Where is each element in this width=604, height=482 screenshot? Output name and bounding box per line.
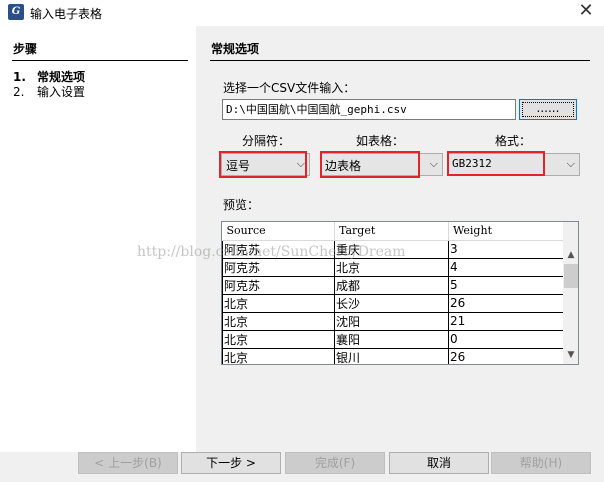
vertical-scrollbar[interactable]: ▲ ▼ — [563, 222, 578, 364]
close-button[interactable]: ✕ — [574, 1, 598, 23]
table-cell: 北京 — [334, 257, 449, 277]
chevron-down-icon: ⌵ — [296, 157, 305, 170]
table-cell: 26 — [448, 347, 564, 364]
panel-divider — [210, 60, 590, 61]
table-cell: 5 — [448, 275, 564, 295]
table-cell: 北京 — [222, 311, 335, 331]
table-row: 北京 沈阳 21 — [222, 311, 564, 331]
steps-panel: 步骤 1. 常规选项 2. 输入设置 — [0, 26, 196, 452]
csv-path-input[interactable]: D:\中国国航\中国国航_gephi.csv — [222, 99, 516, 120]
table-row: 阿克苏 成都 5 — [222, 275, 564, 295]
table-cell: 21 — [448, 311, 564, 331]
scrollbar-thumb[interactable] — [564, 264, 578, 288]
table-cell: 沈阳 — [334, 311, 449, 331]
table-cell: 成都 — [334, 275, 449, 295]
column-header: Source — [222, 222, 335, 241]
title-bar: G 输入电子表格 ✕ — [0, 0, 604, 26]
separator-label: 分隔符： — [242, 134, 291, 148]
step-number: 1. — [13, 70, 26, 84]
format-value: GB2312 — [452, 157, 492, 170]
table-cell: 0 — [448, 329, 564, 349]
table-cell: 阿克苏 — [222, 239, 335, 259]
table-type-value: 边表格 — [325, 159, 362, 173]
panel-title: 常规选项 — [211, 42, 260, 56]
format-select[interactable]: GB2312 ⌵ — [447, 153, 580, 176]
table-row: 阿克苏 重庆 3 — [222, 239, 564, 259]
table-row: 北京 银川 26 — [222, 347, 564, 364]
chevron-down-icon: ⌵ — [566, 157, 575, 170]
separator-value: 逗号 — [226, 159, 251, 173]
separator-select[interactable]: 逗号 ⌵ — [221, 153, 310, 176]
table-row: 北京 长沙 26 — [222, 293, 564, 313]
preview-table-container[interactable]: Source Target Weight 阿克苏 重庆 3 阿克苏 北京 4 阿克苏 成都… — [221, 221, 579, 365]
step-number: 2. — [13, 85, 25, 99]
step-label: 常规选项 — [37, 70, 86, 84]
table-header-row: Source Target Weight — [222, 222, 564, 241]
csv-file-label: 选择一个CSV文件输入： — [223, 81, 356, 95]
table-row: 阿克苏 北京 4 — [222, 257, 564, 277]
back-button[interactable]: < 上一步(B) — [78, 452, 178, 474]
table-cell: 阿克苏 — [222, 257, 335, 277]
finish-button[interactable]: 完成(F) — [285, 452, 385, 474]
column-header: Weight — [448, 222, 564, 241]
table-cell: 26 — [448, 293, 564, 313]
table-cell: 长沙 — [334, 293, 449, 313]
general-options-panel: 常规选项 选择一个CSV文件输入： D:\中国国航\中国国航_gephi.csv… — [196, 26, 604, 452]
help-button[interactable]: 帮助(H) — [491, 452, 591, 474]
preview-label: 预览： — [223, 198, 260, 212]
window-title: 输入电子表格 — [30, 7, 103, 21]
table-cell: 北京 — [222, 329, 335, 349]
table-cell: 银川 — [334, 347, 449, 364]
table-cell: 阿克苏 — [222, 275, 335, 295]
table-cell: 重庆 — [334, 239, 449, 259]
table-cell: 北京 — [222, 347, 335, 364]
scroll-down-icon[interactable]: ▼ — [563, 347, 578, 363]
browse-button[interactable]: ...... — [519, 99, 577, 120]
table-type-label: 如表格： — [356, 134, 405, 148]
scroll-up-icon[interactable]: ▲ — [563, 247, 578, 263]
table-type-select[interactable]: 边表格 ⌵ — [320, 153, 443, 176]
wizard-button-bar: < 上一步(B) 下一步 > 完成(F) 取消 帮助(H) — [0, 452, 604, 482]
steps-title: 步骤 — [13, 42, 38, 56]
next-button[interactable]: 下一步 > — [181, 452, 281, 474]
gephi-icon: G — [8, 4, 24, 20]
step-label: 输入设置 — [37, 85, 86, 99]
format-label: 格式： — [495, 134, 532, 148]
chevron-down-icon: ⌵ — [429, 157, 438, 170]
table-row: 北京 襄阳 0 — [222, 329, 564, 349]
table-cell: 3 — [448, 239, 564, 259]
table-cell: 4 — [448, 257, 564, 277]
step-import-settings: 2. 输入设置 — [13, 83, 85, 100]
table-cell: 北京 — [222, 293, 335, 313]
cancel-button[interactable]: 取消 — [389, 452, 489, 474]
preview-table: Source Target Weight 阿克苏 重庆 3 阿克苏 北京 4 阿克苏 成都… — [222, 222, 564, 364]
steps-divider — [12, 60, 188, 61]
column-header: Target — [334, 222, 449, 241]
table-cell: 襄阳 — [334, 329, 449, 349]
